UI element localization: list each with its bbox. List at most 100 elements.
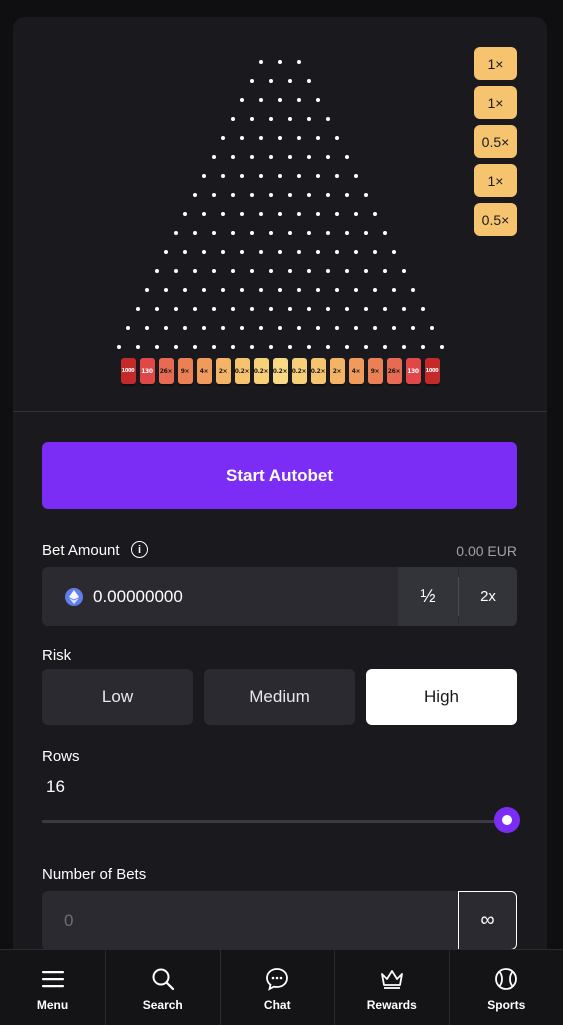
- nav-label: Sports: [487, 998, 525, 1012]
- peg: [411, 326, 415, 330]
- start-autobet-button[interactable]: Start Autobet: [42, 442, 517, 509]
- infinity-button[interactable]: ∞: [458, 891, 517, 950]
- peg: [174, 345, 178, 349]
- divider: [13, 411, 547, 412]
- half-bet-button[interactable]: ½: [398, 567, 458, 626]
- peg: [240, 174, 244, 178]
- peg: [231, 269, 235, 273]
- multiplier-bucket: 130: [406, 358, 421, 384]
- peg: [231, 155, 235, 159]
- peg: [117, 345, 121, 349]
- peg: [288, 231, 292, 235]
- peg: [202, 250, 206, 254]
- peg: [193, 231, 197, 235]
- bet-amount-value[interactable]: 0.00000000: [93, 587, 183, 607]
- peg: [240, 326, 244, 330]
- nav-item-sports[interactable]: Sports: [450, 950, 563, 1025]
- peg: [259, 98, 263, 102]
- peg: [240, 250, 244, 254]
- peg: [269, 117, 273, 121]
- peg: [193, 193, 197, 197]
- peg: [307, 345, 311, 349]
- double-bet-button[interactable]: 2x: [459, 567, 517, 626]
- peg: [174, 231, 178, 235]
- peg: [373, 212, 377, 216]
- multiplier-bucket: 130: [140, 358, 155, 384]
- peg: [307, 193, 311, 197]
- multiplier-bucket: 2×: [330, 358, 345, 384]
- bet-amount-field[interactable]: 0.00000000 ½ 2x: [42, 567, 517, 626]
- peg: [345, 155, 349, 159]
- peg: [345, 193, 349, 197]
- peg: [155, 345, 159, 349]
- peg: [316, 136, 320, 140]
- peg: [345, 307, 349, 311]
- risk-low-button[interactable]: Low: [42, 669, 193, 725]
- peg: [269, 231, 273, 235]
- peg: [269, 307, 273, 311]
- peg: [250, 155, 254, 159]
- peg: [326, 307, 330, 311]
- peg: [354, 288, 358, 292]
- history-item: 1×: [474, 86, 517, 119]
- bottom-navigation: Menu Search Chat Rewards Sports: [0, 949, 563, 1025]
- peg: [259, 174, 263, 178]
- peg: [297, 98, 301, 102]
- peg: [259, 326, 263, 330]
- number-of-bets-input[interactable]: [42, 891, 458, 950]
- nav-item-chat[interactable]: Chat: [221, 950, 336, 1025]
- crown-icon: [379, 966, 405, 992]
- peg: [145, 326, 149, 330]
- risk-medium-button[interactable]: Medium: [204, 669, 355, 725]
- multiplier-bucket: 0.2×: [235, 358, 250, 384]
- peg: [307, 307, 311, 311]
- peg: [307, 155, 311, 159]
- peg: [250, 345, 254, 349]
- nav-label: Menu: [37, 998, 68, 1012]
- peg: [193, 307, 197, 311]
- peg: [326, 231, 330, 235]
- peg: [402, 269, 406, 273]
- rows-slider-thumb[interactable]: [494, 807, 520, 833]
- multiplier-bucket: 2×: [216, 358, 231, 384]
- peg: [354, 250, 358, 254]
- nav-item-rewards[interactable]: Rewards: [335, 950, 450, 1025]
- peg: [307, 269, 311, 273]
- risk-high-button[interactable]: High: [366, 669, 517, 725]
- peg: [278, 60, 282, 64]
- peg: [392, 250, 396, 254]
- peg: [231, 345, 235, 349]
- info-icon[interactable]: i: [131, 541, 148, 558]
- rows-slider-track[interactable]: [42, 820, 517, 823]
- peg: [316, 326, 320, 330]
- peg: [345, 345, 349, 349]
- peg: [193, 269, 197, 273]
- ethereum-icon: [65, 588, 83, 606]
- peg: [250, 79, 254, 83]
- peg: [297, 326, 301, 330]
- peg: [212, 193, 216, 197]
- peg: [240, 98, 244, 102]
- peg: [288, 193, 292, 197]
- multiplier-bucket: 1000: [121, 358, 136, 384]
- peg: [212, 231, 216, 235]
- peg: [288, 269, 292, 273]
- peg: [364, 231, 368, 235]
- peg: [335, 288, 339, 292]
- multiplier-bucket: 0.2×: [311, 358, 326, 384]
- peg: [155, 269, 159, 273]
- peg: [183, 212, 187, 216]
- peg: [231, 117, 235, 121]
- nav-item-menu[interactable]: Menu: [0, 950, 106, 1025]
- peg: [430, 326, 434, 330]
- peg: [354, 212, 358, 216]
- plinko-card: 100013026×9×4×2×0.2×0.2×0.2×0.2×0.2×2×4×…: [13, 17, 547, 1017]
- peg: [250, 117, 254, 121]
- history-item: 1×: [474, 47, 517, 80]
- peg: [174, 307, 178, 311]
- peg: [202, 288, 206, 292]
- peg: [221, 288, 225, 292]
- nav-item-search[interactable]: Search: [106, 950, 221, 1025]
- peg: [212, 269, 216, 273]
- peg: [221, 174, 225, 178]
